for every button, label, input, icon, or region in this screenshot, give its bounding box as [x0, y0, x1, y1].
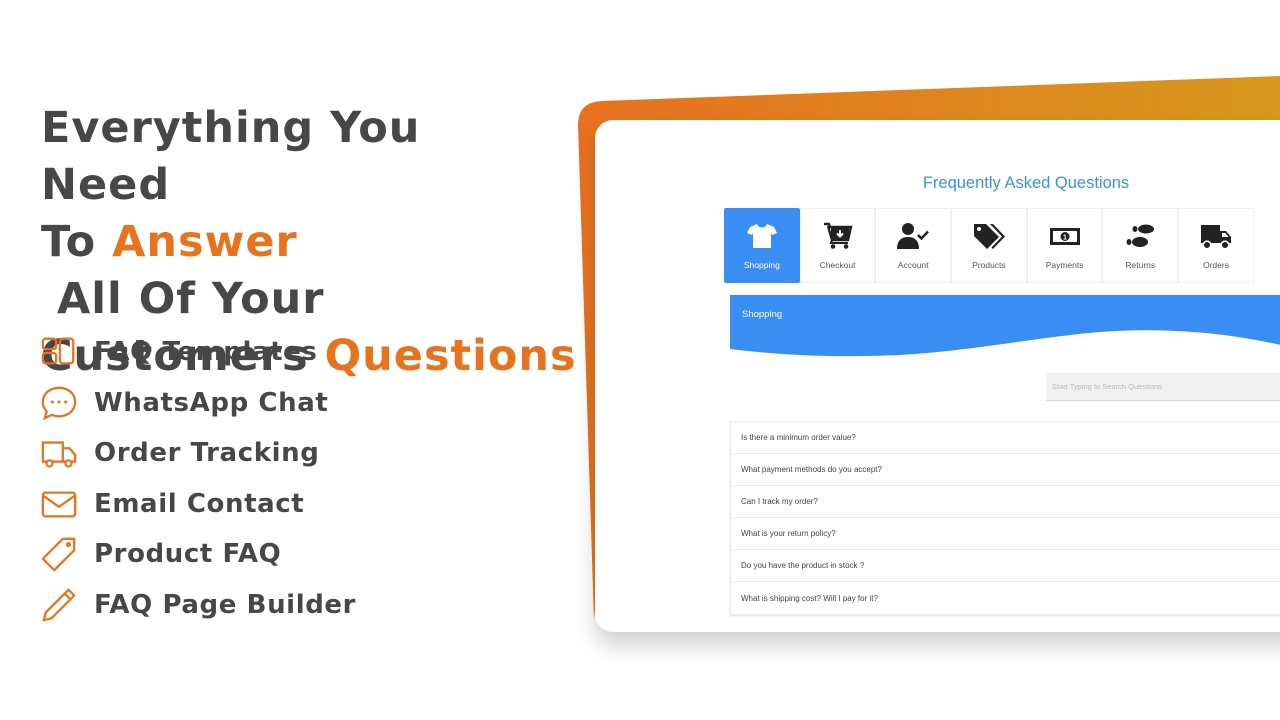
- search-questions-input[interactable]: [1046, 373, 1280, 401]
- feature-label: FAQ Page Builder: [94, 589, 357, 620]
- feature-item-product-faq: Product FAQ: [40, 529, 356, 580]
- delivery-truck-icon: [1199, 221, 1233, 251]
- tags-icon: [972, 221, 1006, 251]
- question-item[interactable]: What is your return policy?: [731, 518, 1280, 550]
- wave-banner-shape: [730, 295, 1280, 357]
- footprints-icon: [1123, 221, 1157, 251]
- cart-icon: [821, 221, 855, 251]
- feature-item-email-contact: Email Contact: [40, 479, 356, 530]
- headline-accent-answer: Answer: [112, 217, 298, 267]
- feature-label: Product FAQ: [94, 539, 282, 570]
- feature-label: Email Contact: [94, 488, 305, 519]
- tab-payments[interactable]: 1 Payments: [1026, 208, 1103, 283]
- tab-account[interactable]: Account: [875, 208, 952, 283]
- feature-item-order-tracking: Order Tracking: [40, 428, 356, 479]
- faq-title: Frequently Asked Questions: [922, 174, 1130, 192]
- question-item[interactable]: Can I track my order?: [731, 486, 1280, 518]
- pencil-icon: [40, 585, 80, 625]
- chat-bubble-icon: [40, 383, 80, 423]
- tab-returns[interactable]: Returns: [1102, 208, 1179, 283]
- templates-icon: [40, 332, 80, 372]
- question-item[interactable]: Is there a minimum order value?: [731, 422, 1280, 454]
- headline-line-1: Everything You Need: [41, 103, 421, 210]
- user-check-icon: [896, 221, 930, 251]
- tab-orders[interactable]: Orders: [1178, 208, 1254, 283]
- banner-category-label: Shopping: [742, 309, 783, 320]
- feature-item-faq-templates: FAQ Templates: [40, 327, 356, 378]
- feature-item-faq-page-builder: FAQ Page Builder: [40, 580, 356, 631]
- headline-line-2: To Answer All Of Your: [41, 217, 325, 324]
- question-item[interactable]: What payment methods do you accept?: [731, 454, 1280, 486]
- faq-category-tabs: Shopping Checkout Account Products 1 Pay…: [724, 208, 1254, 283]
- question-list: Is there a minimum order value? What pay…: [730, 421, 1280, 615]
- category-banner: Shopping: [730, 295, 1280, 357]
- question-item[interactable]: Do you have the product in stock ?: [731, 550, 1280, 582]
- feature-list: FAQ Templates WhatsApp Chat Order Tracki…: [40, 327, 356, 630]
- truck-icon: [40, 433, 80, 473]
- feature-label: Order Tracking: [94, 438, 320, 469]
- money-bill-icon: 1: [1048, 221, 1082, 251]
- feature-label: WhatsApp Chat: [94, 387, 329, 418]
- envelope-icon: [40, 484, 80, 524]
- tab-shopping[interactable]: Shopping: [724, 208, 800, 283]
- headline-accent-questions: Questions: [324, 331, 577, 381]
- feature-label: FAQ Templates: [94, 337, 318, 368]
- tag-icon: [40, 534, 80, 574]
- tab-checkout[interactable]: Checkout: [799, 208, 876, 283]
- feature-item-whatsapp-chat: WhatsApp Chat: [40, 378, 356, 429]
- svg-text:1: 1: [1063, 235, 1067, 242]
- tab-products[interactable]: Products: [951, 208, 1027, 283]
- question-item[interactable]: What is shipping cost? Will I pay for it…: [731, 582, 1280, 614]
- tshirt-icon: [745, 221, 779, 251]
